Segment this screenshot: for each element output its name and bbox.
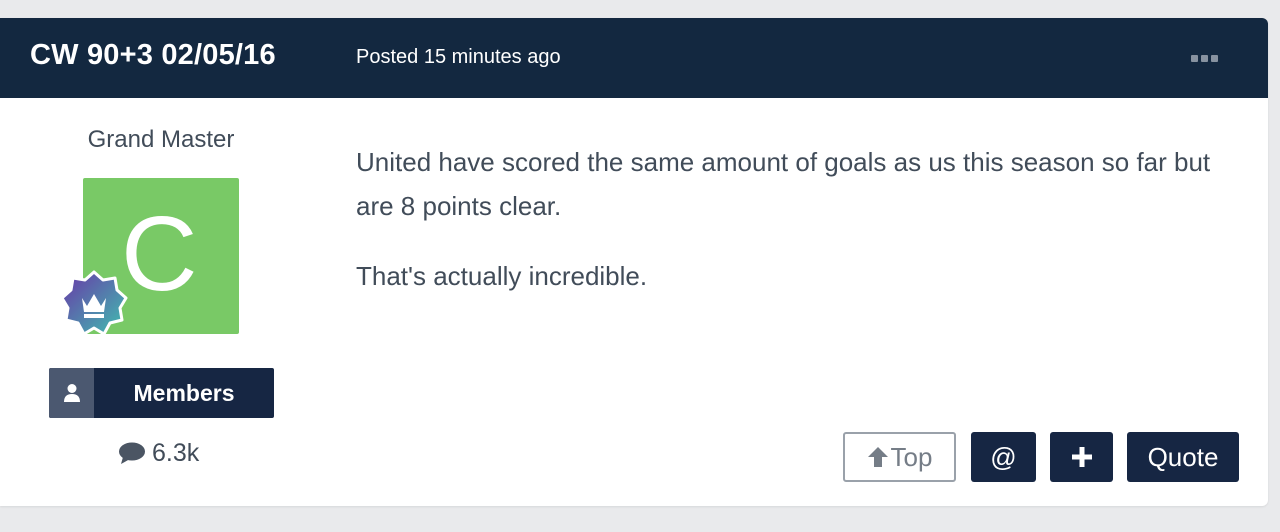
forum-post: CW 90+3 02/05/16 Posted 15 minutes ago G…: [0, 18, 1268, 506]
comment-icon: [119, 442, 145, 464]
member-group-label: Members: [133, 379, 235, 406]
post-paragraph: That's actually incredible.: [356, 261, 648, 291]
quote-button[interactable]: Quote: [1127, 432, 1239, 482]
multiquote-button[interactable]: [1050, 432, 1113, 482]
content-count-value: 6.3k: [152, 438, 200, 467]
post-timestamp: Posted 15 minutes ago: [356, 46, 561, 68]
user-icon: [49, 368, 94, 418]
avatar-letter: C: [121, 195, 198, 313]
mention-button[interactable]: @: [971, 432, 1036, 482]
post-header: CW 90+3 02/05/16 Posted 15 minutes ago: [0, 18, 1268, 98]
content-count[interactable]: 6.3k: [118, 438, 199, 468]
back-to-top-label: Top: [890, 441, 933, 472]
plus-icon: [1071, 447, 1092, 467]
member-rank: Grand Master: [87, 126, 235, 153]
post-paragraph: United have scored the same amount of go…: [356, 147, 1211, 221]
post-body: United have scored the same amount of go…: [356, 140, 1246, 324]
author-name-link[interactable]: CW 90+3 02/05/16: [30, 39, 276, 72]
back-to-top-button[interactable]: Top: [843, 432, 956, 482]
crown-icon: [60, 270, 128, 336]
member-group-badge: Members: [49, 368, 274, 418]
arrow-up-icon: [867, 447, 888, 467]
ellipsis-icon[interactable]: [1186, 46, 1222, 70]
